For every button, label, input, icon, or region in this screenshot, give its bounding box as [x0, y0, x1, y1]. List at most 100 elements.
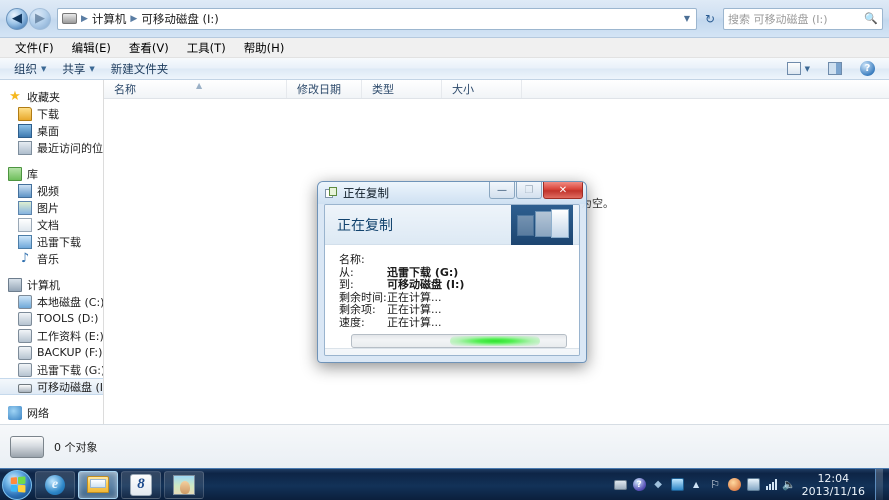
toolbar-right-group: ▼ ?: [779, 59, 883, 78]
sidebar-item-pictures[interactable]: 图片: [0, 199, 103, 216]
removable-media-icon[interactable]: [613, 479, 627, 490]
progress-marquee-indicator: [450, 336, 541, 346]
dialog-minimize-button[interactable]: —: [489, 182, 515, 199]
system-tray: ? ◆ ▲ ⚐ 🔈 12:04 2013/11/16: [613, 468, 889, 500]
copy-progress-dialog[interactable]: 正在复制 — ❐ ✕ 正在复制 名称: 从: 迅雷下载 (G:) 到: 可移动磁…: [317, 181, 587, 363]
sidebar-item-recent-places[interactable]: 最近访问的位置: [0, 139, 103, 156]
taskbar-button-windows-explorer[interactable]: [78, 470, 118, 499]
sidebar-item-drive-e[interactable]: 工作资料 (E:): [0, 327, 103, 344]
status-bar: 0 个对象: [0, 424, 889, 468]
column-header-size[interactable]: 大小: [441, 80, 521, 98]
column-header-date-modified[interactable]: 修改日期: [286, 80, 361, 98]
forward-arrow-icon: ▶: [35, 11, 45, 26]
volume-icon[interactable]: 🔈: [782, 478, 796, 491]
sidebar-item-drive-d[interactable]: TOOLS (D:): [0, 310, 103, 327]
taskbar-button-internet-explorer[interactable]: e: [35, 470, 75, 499]
field-value: 正在计算...: [387, 315, 442, 329]
up-arrow-icon[interactable]: ▲: [690, 478, 703, 491]
sidebar-item-label: 桌面: [37, 124, 59, 138]
sidebar-item-removable-disk-i[interactable]: 可移动磁盘 (I:): [0, 378, 103, 395]
address-history-dropdown-icon[interactable]: ▼: [680, 14, 694, 23]
chevron-down-icon: ▼: [41, 64, 47, 73]
preview-pane-icon: [828, 62, 842, 75]
sidebar-group-libraries[interactable]: 库: [0, 165, 103, 182]
copy-progress-bar: [351, 334, 567, 348]
sidebar-group-computer[interactable]: 计算机: [0, 276, 103, 293]
item-count-label: 0 个对象: [54, 440, 98, 454]
window-top-chrome: ◀ ▶ ▶ 计算机 ▶ 可移动磁盘 (I:) ▼ ↻ 搜索 可移动磁盘 (I:)…: [0, 0, 889, 38]
cancel-button[interactable]: 取消: [513, 355, 571, 356]
column-header-label: 名称: [114, 83, 136, 96]
taskbar-button-photo-viewer[interactable]: [164, 470, 204, 499]
sidebar-item-label: 迅雷下载: [37, 235, 81, 249]
sidebar-item-label: 工作资料 (E:): [37, 329, 104, 343]
network-signal-icon[interactable]: [765, 479, 777, 490]
menu-item-view[interactable]: 查看(V): [120, 38, 178, 58]
menu-item-help[interactable]: 帮助(H): [235, 38, 294, 58]
sidebar-item-label: 文档: [37, 218, 59, 232]
sidebar-item-drive-f[interactable]: BACKUP (F:): [0, 344, 103, 361]
menu-item-edit[interactable]: 编辑(E): [63, 38, 120, 58]
change-view-button[interactable]: ▼: [779, 60, 818, 77]
windows-start-orb[interactable]: [2, 469, 32, 500]
sidebar-item-documents[interactable]: 文档: [0, 216, 103, 233]
column-header-name[interactable]: 名称 ▲: [104, 80, 286, 98]
address-bar[interactable]: ▶ 计算机 ▶ 可移动磁盘 (I:) ▼: [57, 7, 697, 30]
organize-button[interactable]: 组织 ▼: [6, 59, 54, 79]
sidebar-item-videos[interactable]: 视频: [0, 182, 103, 199]
breadcrumb-separator-icon: ▶: [130, 13, 138, 24]
back-button[interactable]: ◀: [6, 7, 28, 30]
back-arrow-icon: ◀: [12, 11, 22, 26]
sidebar-group-label: 网络: [27, 406, 49, 420]
internet-explorer-icon: e: [45, 474, 65, 495]
menu-item-tools[interactable]: 工具(T): [178, 38, 235, 58]
share-button[interactable]: 共享 ▼: [54, 59, 102, 79]
taskbar: e 8 ? ◆ ▲ ⚐ 🔈 12:04 2013/11/16: [0, 468, 889, 500]
show-hidden-icons-arrow[interactable]: ◆: [652, 478, 665, 491]
sidebar-item-xunlei-download[interactable]: 迅雷下载: [0, 233, 103, 250]
refresh-icon: ↻: [704, 11, 716, 26]
breadcrumb-item-removable-disk[interactable]: 可移动磁盘 (I:): [138, 11, 221, 27]
sidebar-item-downloads[interactable]: 下载: [0, 105, 103, 122]
forward-button[interactable]: ▶: [29, 7, 51, 30]
windows-explorer-icon: [87, 476, 109, 493]
sidebar-item-label: 本地磁盘 (C:): [37, 295, 104, 309]
refresh-button[interactable]: ↻: [700, 9, 720, 29]
device-icon[interactable]: [746, 478, 760, 491]
sidebar-item-drive-g[interactable]: 迅雷下载 (G:): [0, 361, 103, 378]
dialog-close-button[interactable]: ✕: [543, 182, 583, 199]
user-icon[interactable]: [727, 478, 741, 491]
taskbar-button-app-eight[interactable]: 8: [121, 470, 161, 499]
column-header-type[interactable]: 类型: [361, 80, 441, 98]
new-folder-button[interactable]: 新建文件夹: [103, 59, 177, 79]
help-button[interactable]: ?: [852, 59, 883, 78]
antivirus-icon[interactable]: ?: [632, 478, 646, 491]
sidebar-item-drive-c[interactable]: 本地磁盘 (C:): [0, 293, 103, 310]
sidebar-item-desktop[interactable]: 桌面: [0, 122, 103, 139]
show-desktop-button[interactable]: [875, 468, 883, 500]
sidebar-group-favorites[interactable]: ★ 收藏夹: [0, 88, 103, 105]
search-input[interactable]: 搜索 可移动磁盘 (I:): [728, 11, 864, 27]
dialog-title-bar[interactable]: 正在复制 — ❐ ✕: [318, 182, 586, 204]
dialog-window-buttons: — ❐ ✕: [489, 182, 586, 204]
drive-icon: [18, 362, 32, 377]
sidebar-group-network[interactable]: 网络: [0, 404, 103, 421]
taskbar-clock[interactable]: 12:04 2013/11/16: [802, 472, 869, 498]
search-box[interactable]: 搜索 可移动磁盘 (I:) 🔍: [723, 7, 883, 30]
column-header-row: 名称 ▲ 修改日期 类型 大小: [104, 80, 889, 99]
preview-pane-button[interactable]: [820, 60, 850, 77]
menu-item-file[interactable]: 文件(F): [6, 38, 63, 58]
help-icon: ?: [860, 61, 875, 76]
search-icon: 🔍: [864, 12, 878, 25]
clock-date: 2013/11/16: [801, 484, 865, 498]
column-header-filler: [521, 80, 889, 98]
breadcrumb-item-computer[interactable]: 计算机: [89, 11, 130, 27]
desktop: ◀ ▶ ▶ 计算机 ▶ 可移动磁盘 (I:) ▼ ↻ 搜索 可移动磁盘 (I:)…: [0, 0, 889, 500]
sidebar-item-music[interactable]: ♪ 音乐: [0, 250, 103, 267]
security-shield-icon[interactable]: [670, 478, 684, 491]
sidebar-item-label: 下载: [37, 107, 59, 121]
flag-action-center-icon[interactable]: ⚐: [709, 478, 722, 491]
library-icon: [8, 166, 22, 181]
sidebar-item-label: 音乐: [37, 252, 59, 266]
